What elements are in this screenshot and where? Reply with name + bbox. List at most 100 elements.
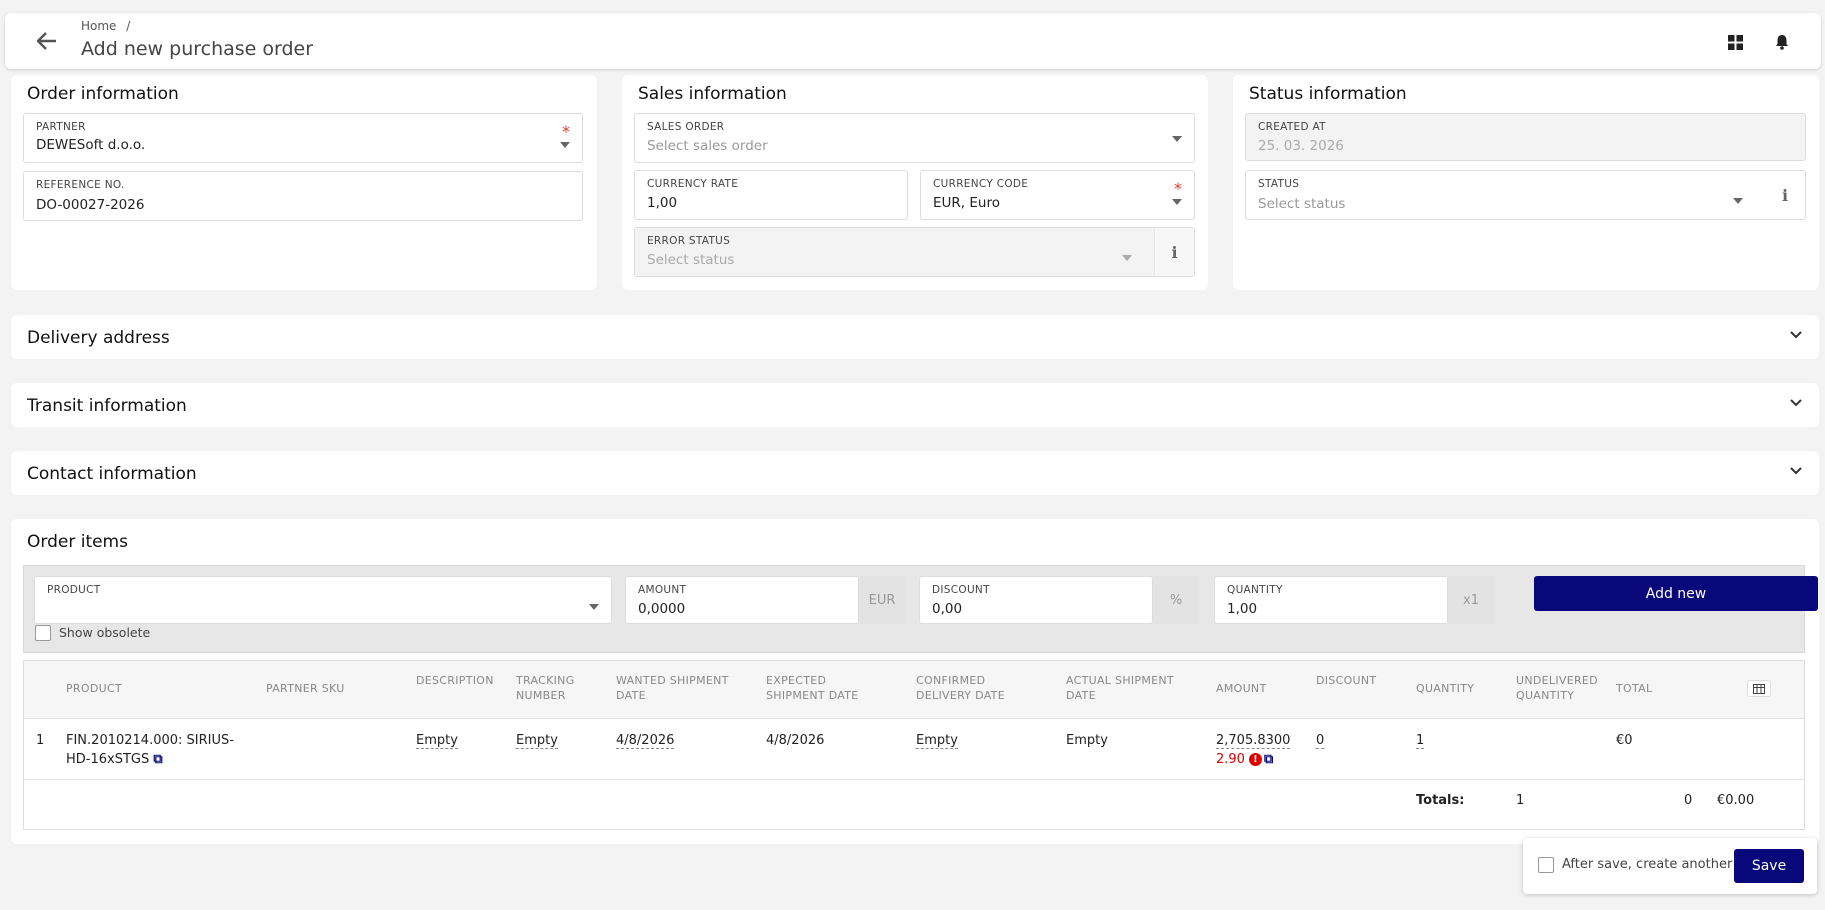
save-button[interactable]: Save [1734, 849, 1804, 883]
error-status-placeholder: Select status [647, 252, 735, 268]
col-product: PRODUCT [66, 682, 122, 695]
error-status-field[interactable]: ERROR STATUS Select status i [634, 227, 1195, 277]
order-items-table: PRODUCT PARTNER SKU DESCRIPTION TRACKING… [23, 660, 1805, 830]
totals-label: Totals: [1416, 793, 1465, 808]
col-expected-shipment-date: EXPECTED SHIPMENT DATE [766, 674, 859, 702]
row-discount[interactable]: 0 [1316, 733, 1325, 749]
breadcrumb: Home / [81, 19, 130, 33]
chevron-down-icon[interactable] [1733, 198, 1743, 204]
row-amount-warning: 2.90 [1216, 752, 1245, 767]
currency-rate-field[interactable]: CURRENCY RATE 1,00 [634, 170, 908, 220]
totals-quantity: 1 [1516, 793, 1525, 808]
bell-icon[interactable] [1771, 31, 1793, 53]
discount-value: 0,00 [932, 601, 963, 617]
external-link-icon[interactable]: ⧉ [1264, 750, 1273, 769]
status-field[interactable]: STATUS Select status i [1245, 170, 1806, 220]
discount-percent-suffix: % [1153, 576, 1199, 624]
row-total: €0 [1616, 733, 1633, 748]
add-item-bar: PRODUCT AMOUNT 0,0000 EUR DISCOUNT 0,00 … [23, 565, 1818, 653]
col-description: DESCRIPTION [416, 674, 494, 687]
status-label: STATUS [1258, 178, 1300, 190]
product-label: PRODUCT [47, 584, 101, 596]
row-expected-date: 4/8/2026 [766, 733, 825, 748]
info-icon[interactable]: i [1765, 171, 1805, 219]
page-header: Home / Add new purchase order [5, 13, 1821, 69]
currency-code-value: EUR, Euro [933, 195, 1000, 211]
add-new-button[interactable]: Add new [1534, 576, 1818, 611]
row-amount[interactable]: 2,705.8300 [1216, 733, 1291, 749]
sales-information-card: Sales information SALES ORDER Select sal… [622, 75, 1208, 290]
discount-label: DISCOUNT [932, 584, 990, 596]
row-actual-date: Empty [1066, 733, 1108, 748]
col-amount: AMOUNT [1216, 682, 1267, 695]
col-undelivered-quantity: UNDELIVERED QUANTITY [1516, 674, 1598, 702]
after-save-create-another-checkbox[interactable] [1538, 857, 1554, 873]
breadcrumb-home[interactable]: Home [81, 19, 116, 33]
col-wanted-shipment-date: WANTED SHIPMENT DATE [616, 674, 729, 702]
status-information-title: Status information [1249, 84, 1407, 104]
reference-no-label: REFERENCE NO. [36, 179, 125, 191]
created-at-field: CREATED AT 25. 03. 2026 [1245, 113, 1806, 161]
table-header: PRODUCT PARTNER SKU DESCRIPTION TRACKING… [24, 661, 1804, 719]
chevron-down-icon[interactable] [1172, 136, 1182, 142]
col-partner-sku: PARTNER SKU [266, 682, 345, 695]
amount-input[interactable]: AMOUNT 0,0000 [625, 576, 859, 624]
amount-label: AMOUNT [638, 584, 687, 596]
row-wanted-date[interactable]: 4/8/2026 [616, 733, 675, 749]
contact-information-title: Contact information [27, 464, 197, 484]
currency-rate-label: CURRENCY RATE [647, 178, 739, 190]
quantity-input[interactable]: QUANTITY 1,00 [1214, 576, 1448, 624]
currency-code-field[interactable]: CURRENCY CODE EUR, Euro * [920, 170, 1195, 220]
col-discount: DISCOUNT [1316, 674, 1377, 687]
chevron-down-icon[interactable] [560, 142, 570, 148]
row-divider [24, 779, 1804, 780]
product-select[interactable]: PRODUCT [34, 576, 612, 624]
reference-no-value: DO-00027-2026 [36, 197, 145, 213]
grid-icon[interactable] [1724, 31, 1746, 53]
sales-information-title: Sales information [638, 84, 787, 104]
delivery-address-section[interactable]: Delivery address [11, 315, 1819, 359]
totals-total: €0.00 [1717, 793, 1755, 808]
transit-information-title: Transit information [27, 396, 187, 416]
back-button[interactable] [27, 27, 67, 55]
row-product: FIN.2010214.000: SIRIUS- HD-16xSTGS ⧉ [66, 733, 234, 767]
show-obsolete-label: Show obsolete [59, 625, 151, 640]
row-tracking[interactable]: Empty [516, 733, 558, 749]
created-at-value: 25. 03. 2026 [1258, 138, 1344, 154]
row-quantity[interactable]: 1 [1416, 733, 1425, 749]
col-confirmed-delivery-date: CONFIRMED DELIVERY DATE [916, 674, 1005, 702]
show-obsolete-checkbox[interactable] [35, 625, 51, 641]
col-tracking-number: TRACKING NUMBER [516, 674, 575, 702]
totals-undelivered: 0 [1684, 793, 1693, 808]
amount-currency-suffix: EUR [859, 576, 905, 624]
contact-information-section[interactable]: Contact information [11, 451, 1819, 495]
save-bar: After save, create another Save [1523, 838, 1817, 894]
back-arrow-icon [37, 32, 56, 50]
chevron-down-icon[interactable] [589, 604, 599, 610]
info-icon[interactable]: i [1154, 228, 1194, 276]
partner-field[interactable]: PARTNER DEWESoft d.o.o. * [23, 113, 583, 163]
chevron-down-icon[interactable] [1789, 463, 1803, 481]
quantity-unit-suffix: x1 [1448, 576, 1494, 624]
row-description[interactable]: Empty [416, 733, 458, 749]
column-settings-icon[interactable] [1747, 680, 1771, 697]
chevron-down-icon[interactable] [1172, 199, 1182, 205]
quantity-value: 1,00 [1227, 601, 1258, 617]
status-information-card: Status information CREATED AT 25. 03. 20… [1233, 75, 1819, 290]
sales-order-label: SALES ORDER [647, 121, 725, 133]
sales-order-field[interactable]: SALES ORDER Select sales order [634, 113, 1195, 163]
warning-icon: ! [1248, 753, 1262, 766]
chevron-down-icon[interactable] [1789, 395, 1803, 413]
page-title: Add new purchase order [81, 38, 314, 60]
discount-input[interactable]: DISCOUNT 0,00 [919, 576, 1153, 624]
external-link-icon[interactable]: ⧉ [153, 752, 162, 767]
breadcrumb-separator: / [126, 19, 131, 33]
reference-no-field[interactable]: REFERENCE NO. DO-00027-2026 [23, 171, 583, 221]
transit-information-section[interactable]: Transit information [11, 383, 1819, 427]
chevron-down-icon[interactable] [1789, 327, 1803, 345]
col-total: TOTAL [1616, 682, 1653, 695]
created-at-label: CREATED AT [1258, 121, 1326, 133]
row-confirmed-date[interactable]: Empty [916, 733, 958, 749]
partner-label: PARTNER [36, 121, 86, 133]
sales-order-placeholder: Select sales order [647, 138, 768, 154]
